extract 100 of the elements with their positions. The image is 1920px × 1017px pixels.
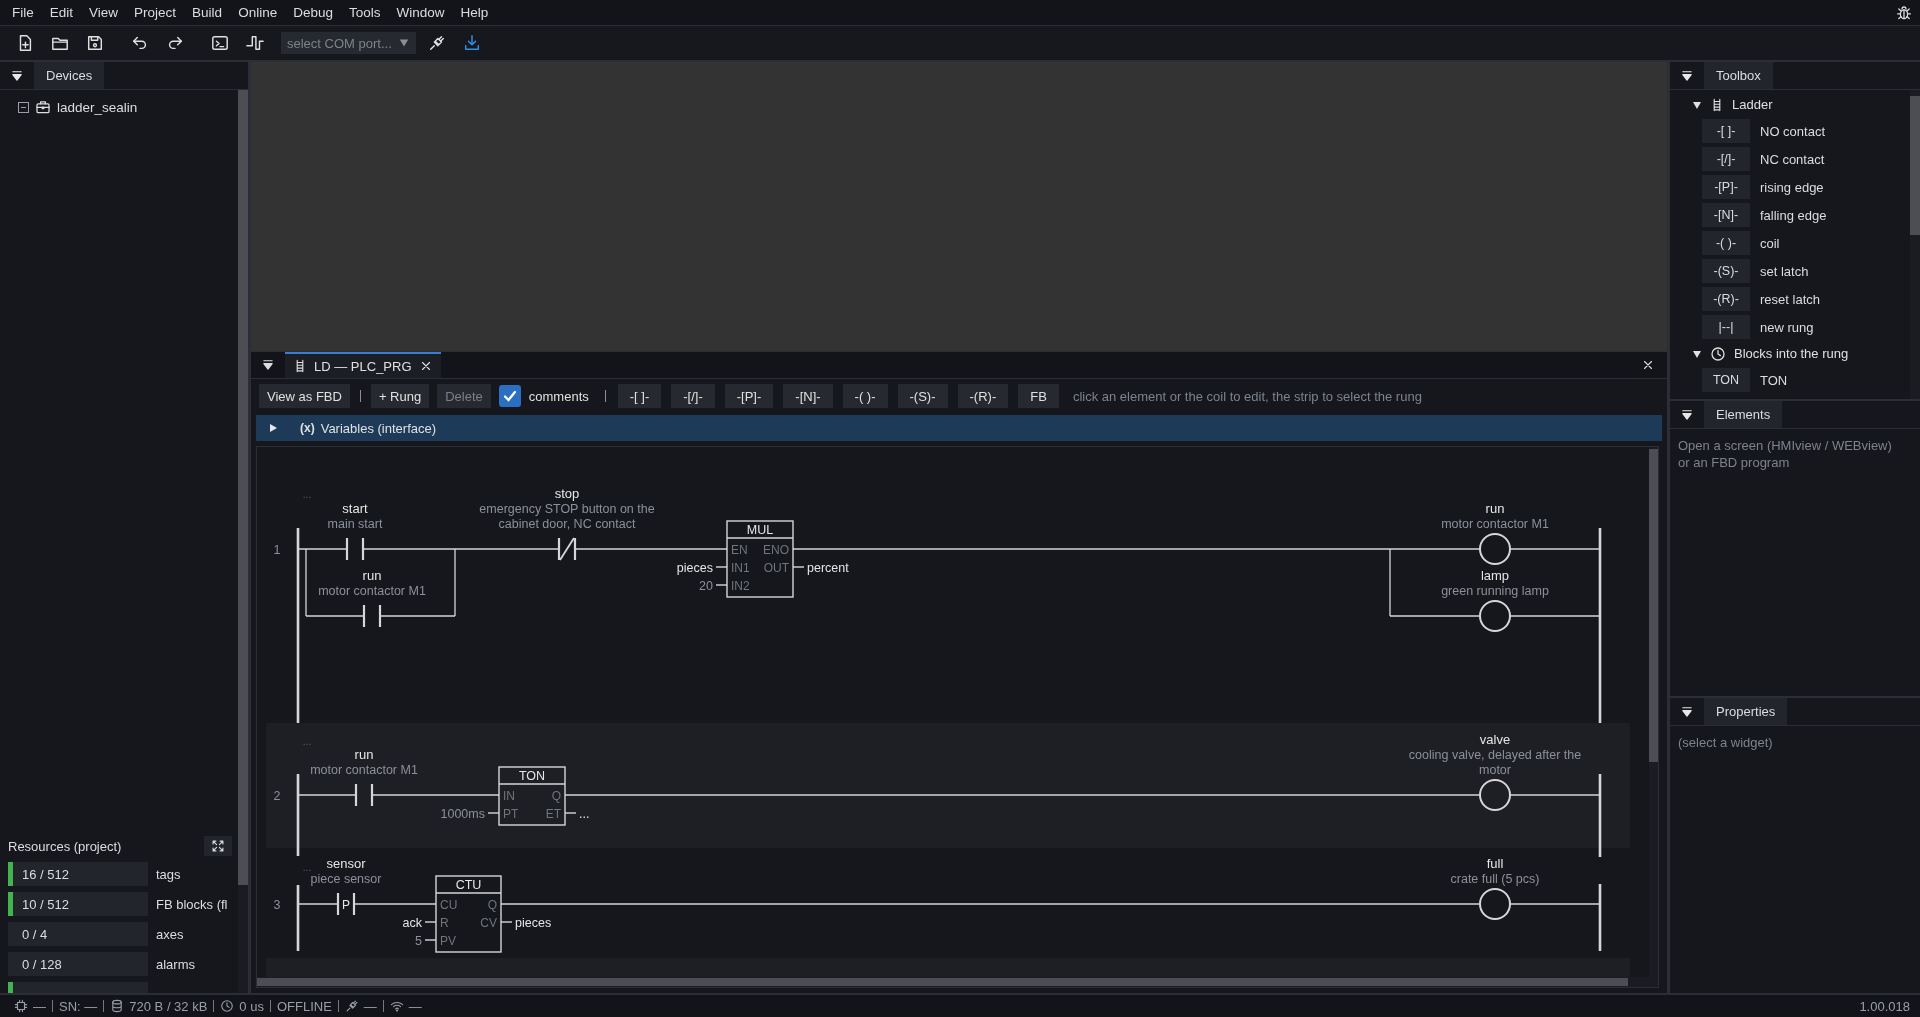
scrollbar-thumb[interactable] xyxy=(1910,96,1920,236)
usage-label: axes xyxy=(156,926,184,942)
collapse-icon[interactable] xyxy=(1680,407,1694,422)
element-label[interactable]: NO contact xyxy=(1760,123,1826,139)
element-label[interactable]: reset latch xyxy=(1760,291,1820,307)
scrollbar-thumb[interactable] xyxy=(257,978,1629,986)
comments-checkbox[interactable] xyxy=(498,385,521,407)
collapse-icon[interactable] xyxy=(261,358,275,372)
menu-item[interactable]: Build xyxy=(184,5,231,20)
menu-item[interactable]: Project xyxy=(126,5,185,20)
element-label[interactable]: new rung xyxy=(1760,319,1814,335)
editor-tab[interactable]: LD — PLC_PRG xyxy=(285,352,441,378)
element-label[interactable]: TON xyxy=(1760,372,1788,388)
pin-value[interactable]: ... xyxy=(579,806,590,821)
panel-tab[interactable]: Devices xyxy=(34,62,105,89)
element-code[interactable]: -[ ]- xyxy=(1702,119,1750,143)
undo-icon[interactable] xyxy=(131,34,149,52)
toolbar-button[interactable]: + Rung xyxy=(370,384,430,408)
save-icon[interactable] xyxy=(86,34,104,52)
pin-value[interactable]: pieces xyxy=(676,560,713,575)
expanded-arrow-icon[interactable] xyxy=(1692,99,1702,110)
function-block[interactable] xyxy=(715,520,805,598)
collapsed-arrow-icon[interactable] xyxy=(268,423,278,433)
step-signal-icon[interactable] xyxy=(246,34,264,52)
element-code[interactable]: -[N]- xyxy=(1702,203,1750,227)
redo-icon[interactable] xyxy=(166,34,184,52)
toolbar-button[interactable]: View as FBD xyxy=(259,384,350,408)
checkbox-label[interactable]: comments xyxy=(528,388,589,404)
collapse-icon[interactable] xyxy=(1680,68,1694,83)
panel-tab[interactable]: Elements xyxy=(1704,401,1783,428)
element-label[interactable]: coil xyxy=(1760,235,1780,251)
status-text: 0 us xyxy=(239,998,264,1014)
expand-button[interactable] xyxy=(204,836,232,856)
element-code[interactable]: TON xyxy=(1702,368,1750,392)
pin-label: OUT xyxy=(763,560,789,575)
scrollbar-thumb[interactable] xyxy=(1649,449,1658,763)
menu-item[interactable]: Online xyxy=(230,5,286,20)
insert-button[interactable]: -(R)- xyxy=(957,384,1009,408)
menu-item[interactable]: Tools xyxy=(340,5,389,20)
tree-item[interactable]: ladder_sealin xyxy=(57,99,138,115)
contact-symbol[interactable] xyxy=(557,537,577,561)
element-label[interactable]: set latch xyxy=(1760,263,1809,279)
element-code[interactable]: |--| xyxy=(1702,315,1750,339)
port-select[interactable]: select COM port... xyxy=(281,32,416,54)
pin-value[interactable]: percent xyxy=(807,560,849,575)
panel-tab[interactable]: Properties xyxy=(1704,698,1788,725)
pin-value[interactable]: ack xyxy=(402,915,422,930)
menu-item[interactable]: View xyxy=(81,5,127,20)
element-code[interactable]: -[/]- xyxy=(1702,147,1750,171)
function-block[interactable] xyxy=(487,766,577,826)
menu-item[interactable]: Debug xyxy=(285,5,341,20)
variables-bar[interactable]: (x) Variables (interface) xyxy=(256,415,1662,441)
terminal-icon[interactable] xyxy=(211,34,229,52)
coil-symbol[interactable] xyxy=(1479,533,1511,565)
menu-item[interactable]: Window xyxy=(388,5,453,20)
pin-value[interactable]: pieces xyxy=(515,915,552,930)
pin-value[interactable]: 1000ms xyxy=(440,806,485,821)
pin-value[interactable]: 20 xyxy=(699,578,713,593)
pin-value[interactable]: 5 xyxy=(415,933,422,948)
bug-icon[interactable] xyxy=(1896,4,1912,21)
close-icon[interactable] xyxy=(1641,358,1655,372)
element-label[interactable]: NC contact xyxy=(1760,151,1825,167)
insert-button[interactable]: -[/]- xyxy=(671,384,715,408)
insert-button[interactable]: -( )- xyxy=(842,384,888,408)
menu-item[interactable]: Help xyxy=(452,5,497,20)
insert-button[interactable]: -(S)- xyxy=(897,384,948,408)
coil-symbol[interactable] xyxy=(1479,888,1511,920)
menu-item[interactable]: Edit xyxy=(41,5,82,20)
function-block[interactable] xyxy=(424,875,513,953)
insert-button[interactable]: -[P]- xyxy=(724,384,774,408)
power-rail xyxy=(1598,884,1602,951)
insert-button[interactable]: FB xyxy=(1018,384,1059,408)
element-code[interactable]: -(R)- xyxy=(1702,287,1750,311)
pin-label: IN1 xyxy=(731,560,750,575)
element-label[interactable]: falling edge xyxy=(1760,207,1827,223)
contact-symbol[interactable] xyxy=(336,893,356,915)
element-code[interactable]: -(S)- xyxy=(1702,259,1750,283)
menu-item[interactable]: File xyxy=(4,5,42,20)
expanded-arrow-icon[interactable] xyxy=(1692,348,1702,359)
panel-tab[interactable]: Toolbox xyxy=(1704,62,1773,89)
coil-symbol[interactable] xyxy=(1479,779,1511,811)
group-label[interactable]: Ladder xyxy=(1732,97,1773,112)
coil-symbol[interactable] xyxy=(1479,600,1511,632)
collapse-icon[interactable] xyxy=(10,68,24,83)
rung-strip[interactable] xyxy=(266,723,1630,848)
collapse-box-icon[interactable] xyxy=(18,101,29,113)
collapse-icon[interactable] xyxy=(1680,704,1694,719)
insert-button[interactable]: -[N]- xyxy=(783,384,833,408)
rung-number: 3 xyxy=(273,897,281,912)
element-code[interactable]: -[P]- xyxy=(1702,175,1750,199)
element-code[interactable]: -( )- xyxy=(1702,231,1750,255)
group-label[interactable]: Blocks into the rung xyxy=(1734,346,1849,361)
contact-symbol[interactable] xyxy=(354,784,374,806)
contact-symbol[interactable] xyxy=(362,605,382,627)
insert-button[interactable]: -[ ]- xyxy=(617,384,662,408)
scrollbar-thumb[interactable] xyxy=(238,90,248,885)
contact-symbol[interactable] xyxy=(345,538,365,560)
plug-icon[interactable] xyxy=(427,34,446,52)
download-icon[interactable] xyxy=(462,34,481,52)
element-label[interactable]: rising edge xyxy=(1760,179,1824,195)
